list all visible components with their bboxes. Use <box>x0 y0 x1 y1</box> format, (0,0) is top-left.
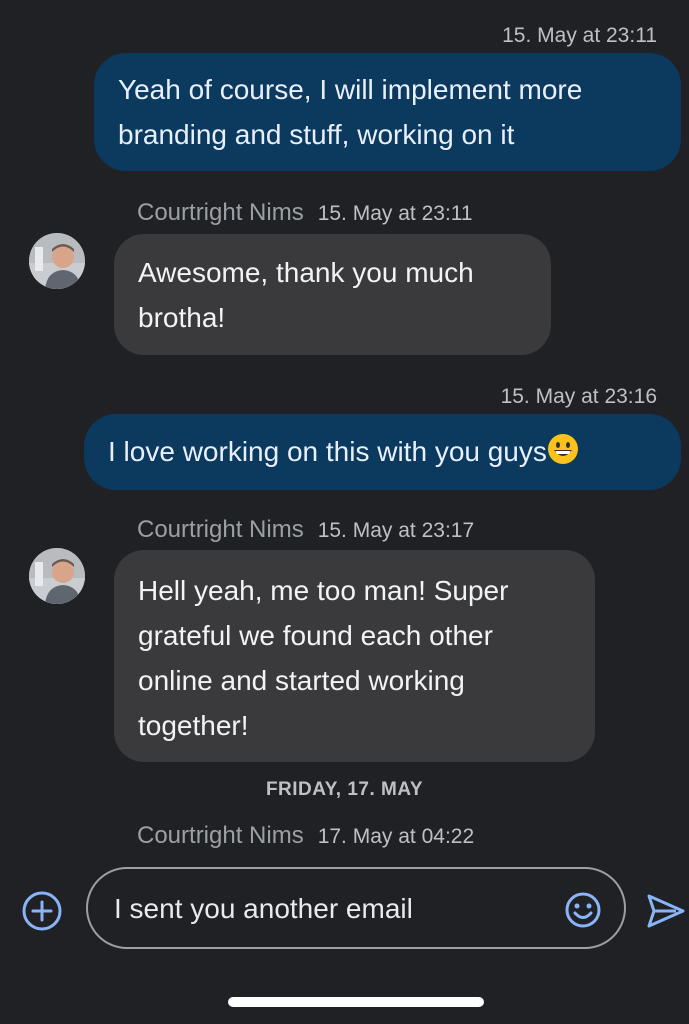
message-text-line: Yeah of course, I will implement more <box>118 74 583 105</box>
sender-header: Courtright Nims 17. May at 04:22 <box>137 822 474 850</box>
message-timestamp: 15. May at 23:17 <box>317 519 475 542</box>
sender-name: Courtright Nims <box>137 822 304 849</box>
message-text-line: grateful we found each other <box>138 620 493 651</box>
incoming-message-bubble[interactable]: Hell yeah, me too man! Super grateful we… <box>114 550 595 762</box>
outgoing-message-bubble[interactable]: I love working on this with you guys <box>84 414 681 490</box>
home-indicator[interactable] <box>228 997 484 1007</box>
incoming-message-bubble[interactable]: Awesome, thank you much brotha! <box>114 234 551 355</box>
avatar-photo <box>29 548 85 604</box>
message-timestamp: 15. May at 23:11 <box>317 202 473 225</box>
message-text-line: together! <box>138 710 249 741</box>
sender-name: Courtright Nims <box>137 199 304 226</box>
message-text-line: brotha! <box>138 302 226 333</box>
message-timestamp: 15. May at 23:11 <box>502 24 657 47</box>
message-text: I love working on this with you guys <box>108 436 547 467</box>
sender-header: Courtright Nims 15. May at 23:11 <box>137 199 473 227</box>
date-separator: FRIDAY, 17. MAY <box>265 779 424 800</box>
avatar[interactable] <box>29 233 85 289</box>
send-icon[interactable] <box>646 893 686 929</box>
message-text-line: Hell yeah, me too man! Super <box>138 575 509 606</box>
grinning-face-emoji-icon <box>547 434 578 464</box>
message-input[interactable] <box>112 883 546 935</box>
avatar[interactable] <box>29 548 85 604</box>
avatar-photo <box>29 233 85 289</box>
message-text-line: Awesome, thank you much <box>138 257 474 288</box>
sender-header: Courtright Nims 15. May at 23:17 <box>137 516 474 544</box>
chat-screen: 15. May at 23:11 Yeah of course, I will … <box>0 0 689 1024</box>
message-text-line: online and started working <box>138 665 465 696</box>
message-text-line: branding and stuff, working on it <box>118 119 515 150</box>
message-composer[interactable] <box>86 867 626 949</box>
emoji-icon[interactable] <box>564 891 602 929</box>
message-timestamp: 17. May at 04:22 <box>317 825 475 848</box>
outgoing-message-bubble[interactable]: Yeah of course, I will implement more br… <box>94 53 681 171</box>
add-circle-icon[interactable] <box>21 890 63 932</box>
sender-name: Courtright Nims <box>137 516 304 543</box>
message-timestamp: 15. May at 23:16 <box>500 385 657 408</box>
